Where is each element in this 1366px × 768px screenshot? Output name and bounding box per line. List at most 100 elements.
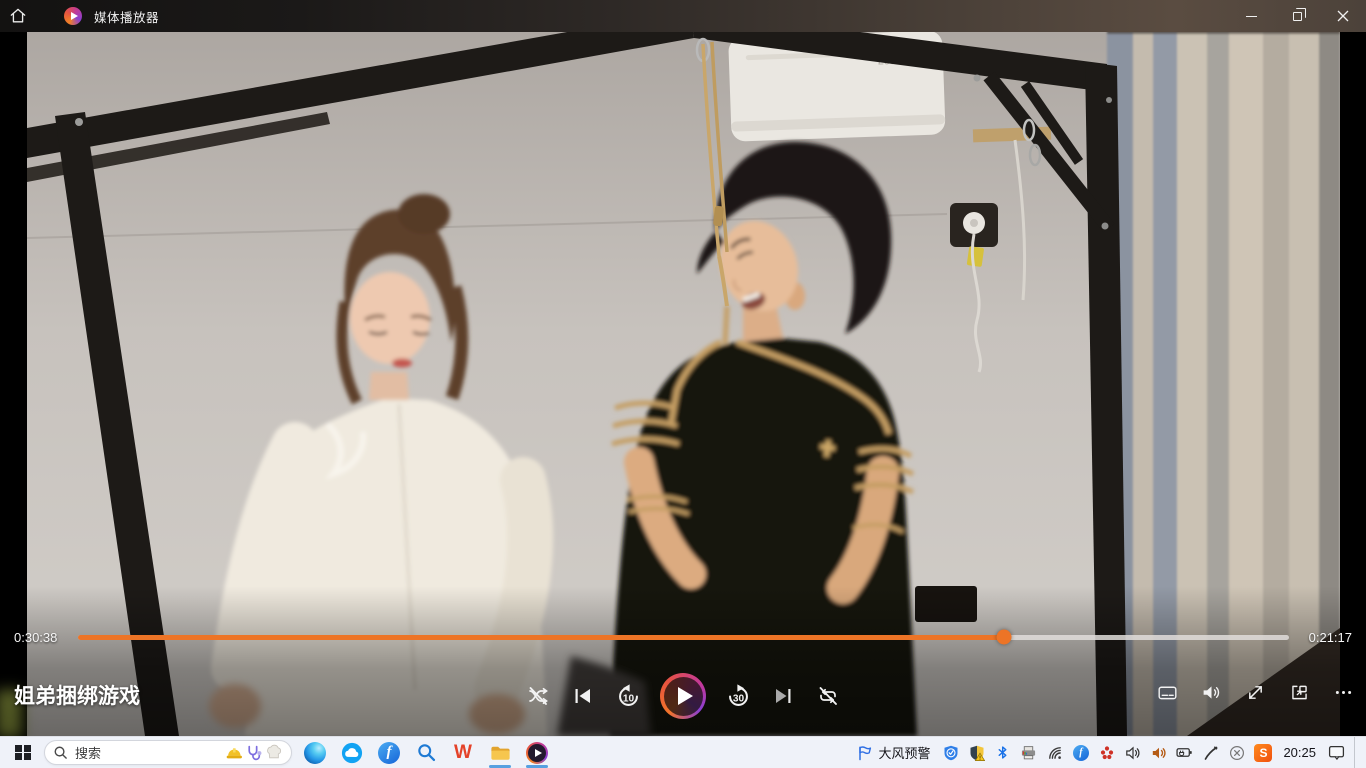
media-player-logo-icon: [64, 7, 82, 25]
circled-x-icon: [1229, 745, 1245, 761]
mini-player-icon: [1289, 682, 1310, 703]
taskbar-app-wps[interactable]: W: [447, 738, 479, 768]
restore-button[interactable]: [1274, 0, 1320, 32]
taskbar-clock[interactable]: 20:25: [1283, 745, 1316, 760]
next-icon: [771, 684, 795, 708]
taskbar-app-explorer[interactable]: [484, 738, 516, 768]
remaining-time: 0:21:17: [1309, 630, 1352, 645]
tray-windows-security[interactable]: [968, 744, 985, 761]
repeat-button[interactable]: [815, 672, 841, 720]
next-button[interactable]: [770, 672, 796, 720]
mini-player-button[interactable]: [1289, 682, 1310, 708]
previous-button[interactable]: [570, 672, 596, 720]
tray-flash-helper[interactable]: f: [1072, 744, 1089, 761]
close-icon: [1337, 10, 1349, 22]
minimize-button[interactable]: [1228, 0, 1274, 32]
taskbar: 搜索: [0, 736, 1366, 768]
taskbar-app-cloud-disk[interactable]: [336, 738, 368, 768]
tray-app-volume[interactable]: [1150, 744, 1167, 761]
notification-center-button[interactable]: [1328, 744, 1345, 761]
shuffle-button[interactable]: [525, 672, 551, 720]
search-icon: [53, 745, 68, 760]
play-icon: [664, 677, 703, 716]
title-bar: 媒体播放器: [0, 0, 1366, 32]
red-dots-icon: [1099, 745, 1115, 761]
taskbar-app-flash[interactable]: f: [373, 738, 405, 768]
skip-forward-30-button[interactable]: 30: [725, 672, 751, 720]
tray-red-cluster[interactable]: [1098, 744, 1115, 761]
tray-wifi-tool[interactable]: [1046, 744, 1063, 761]
weather-widget[interactable]: 大风预警: [857, 743, 930, 762]
seek-bar-thumb[interactable]: [997, 630, 1012, 645]
taskbar-app-media-player[interactable]: [521, 738, 553, 768]
elapsed-time: 0:30:38: [14, 630, 57, 645]
pen-icon: [1203, 745, 1219, 761]
pinned-apps: f W: [299, 738, 553, 768]
tray-bluetooth[interactable]: [994, 744, 1011, 761]
volume-icon: [1201, 682, 1222, 703]
hardhat-icon: [225, 744, 243, 762]
flash-icon: f: [378, 742, 400, 764]
subtitles-button[interactable]: [1157, 682, 1178, 708]
speaker-orange-icon: [1151, 745, 1167, 761]
restore-icon: [1293, 12, 1302, 21]
desktop: Leader: [0, 0, 1366, 768]
tray-input-disabled[interactable]: [1228, 744, 1245, 761]
fullscreen-button[interactable]: [1245, 682, 1266, 708]
wps-icon: W: [454, 742, 472, 764]
home-icon: [8, 6, 28, 26]
show-desktop-button[interactable]: [1354, 737, 1358, 768]
taskbar-app-edge[interactable]: [299, 738, 331, 768]
tray-power[interactable]: [1176, 744, 1193, 761]
search-box[interactable]: 搜索: [44, 740, 292, 765]
notification-bubble-icon: [1328, 744, 1345, 761]
window-title: 媒体播放器: [94, 7, 159, 26]
signal-arcs-icon: [1047, 745, 1063, 761]
play-button[interactable]: [660, 673, 706, 719]
search-doodle[interactable]: [225, 744, 283, 762]
weather-alert-text: 大风预警: [878, 743, 930, 762]
tray-pc-manager[interactable]: [942, 744, 959, 761]
media-player-icon: [526, 742, 548, 764]
start-button[interactable]: [9, 739, 37, 767]
secondary-controls: [1157, 682, 1354, 708]
fullscreen-icon: [1245, 682, 1266, 703]
search-text: 搜索: [75, 743, 101, 762]
tray-system-volume[interactable]: [1124, 744, 1141, 761]
printer-icon: [1020, 744, 1037, 761]
seek-bar[interactable]: [78, 635, 1289, 640]
transport-controls: 10 30: [525, 672, 841, 720]
tray-sogou-input[interactable]: S: [1254, 744, 1271, 761]
speaker-outline-icon: [1125, 745, 1141, 761]
video-title: 姐弟捆绑游戏: [14, 680, 140, 710]
home-button[interactable]: [0, 0, 36, 32]
skip-back-10-button[interactable]: 10: [615, 672, 641, 720]
battery-plug-icon: [1176, 744, 1193, 761]
shield-check-icon: [943, 745, 959, 761]
bluetooth-icon: [995, 745, 1010, 760]
windows-logo-icon: [15, 745, 31, 761]
chef-hat-icon: [265, 744, 283, 762]
shuffle-off-icon: [526, 684, 550, 708]
previous-icon: [571, 684, 595, 708]
svg-text:30: 30: [733, 693, 745, 704]
system-tray: 大风预警: [857, 737, 1366, 768]
close-button[interactable]: [1320, 0, 1366, 32]
minimize-icon: [1246, 16, 1257, 17]
volume-button[interactable]: [1201, 682, 1222, 708]
skip-back-10-icon: 10: [615, 683, 642, 710]
tray-printer[interactable]: [1020, 744, 1037, 761]
svg-text:10: 10: [623, 693, 635, 704]
taskbar-app-search-tool[interactable]: [410, 738, 442, 768]
more-icon: [1333, 682, 1354, 703]
file-explorer-icon: [489, 741, 512, 764]
skip-forward-30-icon: 30: [725, 683, 752, 710]
stethoscope-icon: [245, 744, 263, 762]
edge-icon: [304, 742, 326, 764]
more-options-button[interactable]: [1333, 682, 1354, 708]
flag-icon: [857, 745, 873, 761]
tray-pen[interactable]: [1202, 744, 1219, 761]
defender-shield-icon: [969, 745, 985, 761]
magnifier-icon: [416, 742, 437, 763]
repeat-off-icon: [816, 684, 840, 708]
